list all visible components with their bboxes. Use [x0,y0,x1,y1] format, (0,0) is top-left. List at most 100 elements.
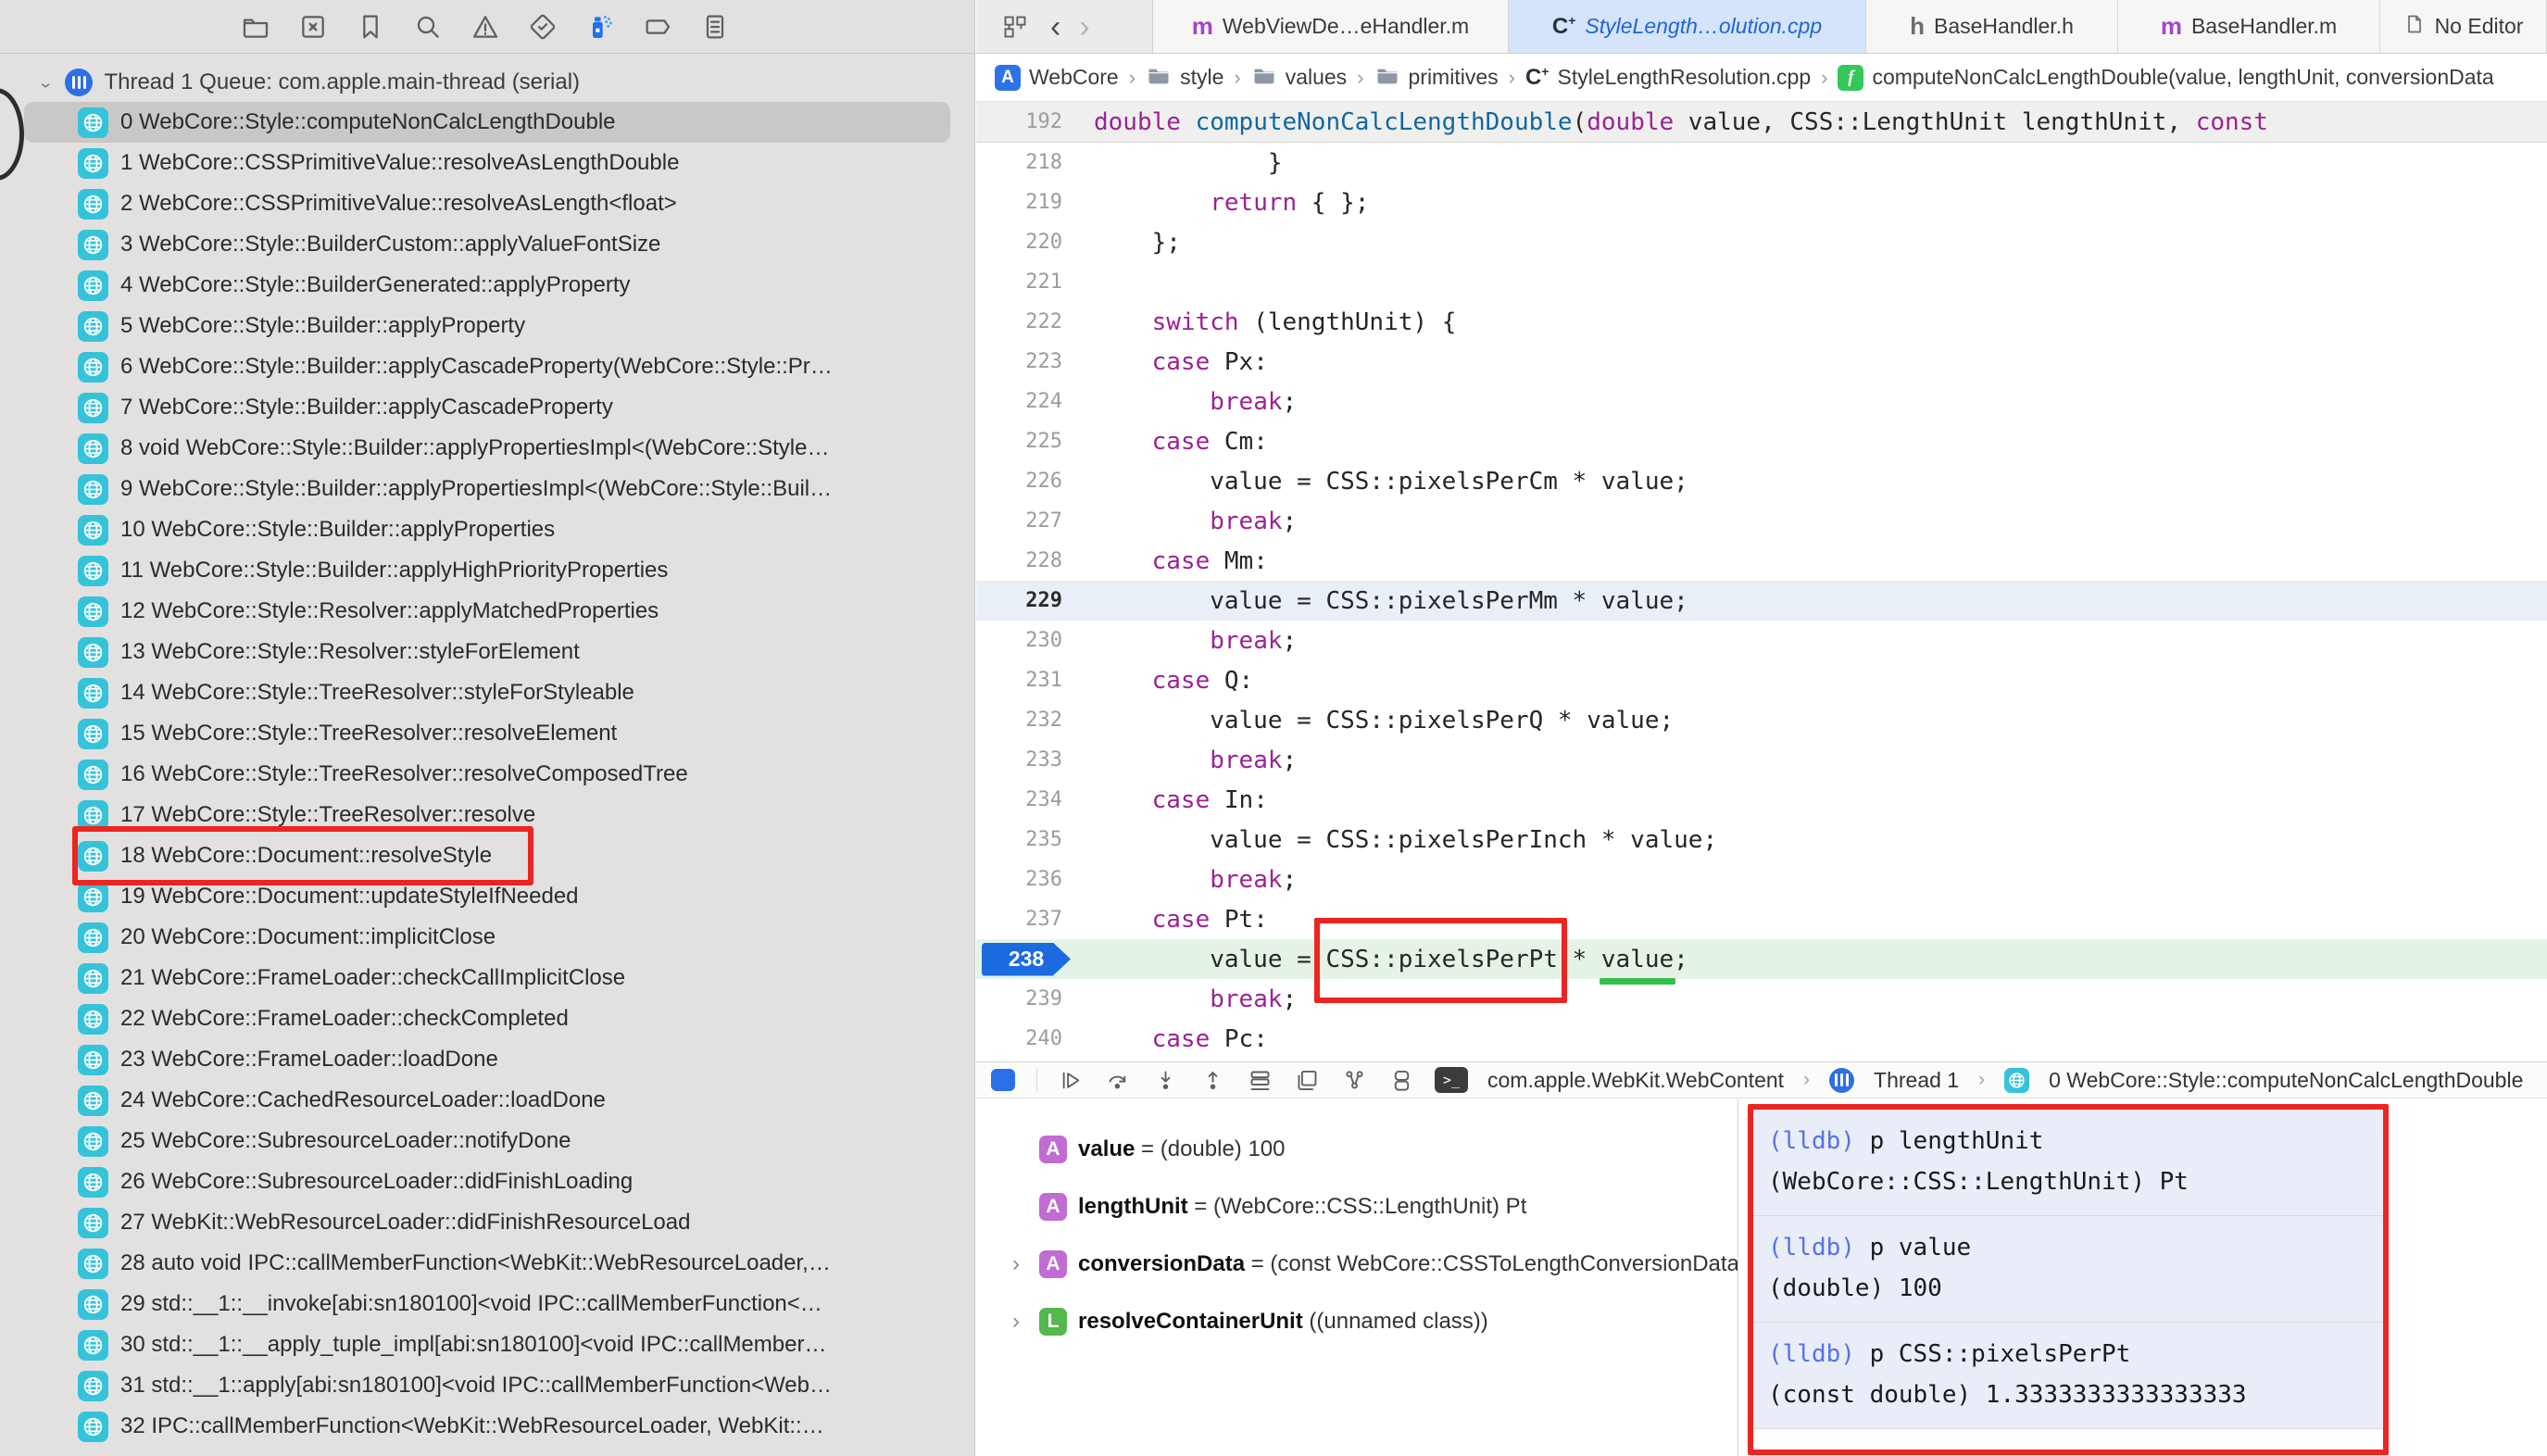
line-number[interactable]: 228 [976,549,1075,572]
stack-frame-12[interactable]: 12 WebCore::Style::Resolver::applyMatche… [0,591,974,632]
line-number[interactable]: 237 [976,908,1075,931]
warning-icon[interactable] [469,10,502,44]
breadcrumb-item-primitives[interactable]: primitives [1374,62,1499,94]
stack-frame-15[interactable]: 15 WebCore::Style::TreeResolver::resolve… [0,713,974,754]
stack-frame-19[interactable]: 19 WebCore::Document::updateStyleIfNeede… [0,876,974,917]
stack-frame-1[interactable]: 1 WebCore::CSSPrimitiveValue::resolveAsL… [0,143,974,183]
report-icon[interactable] [698,10,732,44]
step-out-button[interactable] [1198,1066,1226,1094]
stack-frame-29[interactable]: 29 std::__1::__invoke[abi:sn180100]<void… [0,1284,974,1324]
related-items-icon[interactable] [998,10,1032,44]
line-number[interactable]: 224 [976,390,1075,413]
debug-view-hierarchy-button[interactable] [1293,1066,1321,1094]
stack-frame-6[interactable]: 6 WebCore::Style::Builder::applyCascadeP… [0,346,974,387]
chevron-down-icon[interactable]: ⌄ [37,73,54,93]
continue-button[interactable] [1057,1066,1085,1094]
debug-memory-graph-button[interactable] [1340,1066,1368,1094]
line-number[interactable]: 230 [976,629,1075,652]
line-number[interactable]: 240 [976,1027,1075,1050]
thread-header[interactable]: ⌄ Thread 1 Queue: com.apple.main-thread … [0,54,974,102]
line-number[interactable]: 236 [976,868,1075,891]
forward-button[interactable]: › [1079,11,1089,43]
search-icon[interactable] [411,10,445,44]
disclosure-chevron-icon[interactable]: › [1004,1251,1028,1277]
line-number[interactable]: 219 [976,191,1075,214]
step-over-button[interactable] [1104,1066,1132,1094]
variable-row-conversionData[interactable]: ›AconversionData = (const WebCore::CSSTo… [976,1236,1738,1293]
disclosure-chevron-icon[interactable]: › [1004,1309,1028,1335]
stack-frame-21[interactable]: 21 WebCore::FrameLoader::checkCallImplic… [0,958,974,998]
tab-basehandler-m[interactable]: mBaseHandler.m [2118,0,2380,53]
line-number[interactable]: 231 [976,669,1075,692]
line-number[interactable]: 225 [976,430,1075,453]
stack-frame-9[interactable]: 9 WebCore::Style::Builder::applyProperti… [0,469,974,509]
breadcrumb-item-computenoncalclengthdouble[interactable]: fcomputeNonCalcLengthDouble(value, lengt… [1838,65,2493,91]
stack-frame-27[interactable]: 27 WebKit::WebResourceLoader::didFinishR… [0,1202,974,1243]
line-number[interactable]: 220 [976,231,1075,254]
stack-frame-8[interactable]: 8 void WebCore::Style::Builder::applyPro… [0,428,974,469]
stack-frame-24[interactable]: 24 WebCore::CachedResourceLoader::loadDo… [0,1080,974,1121]
stack-frame-30[interactable]: 30 std::__1::__apply_tuple_impl[abi:sn18… [0,1324,974,1365]
line-number[interactable]: 232 [976,709,1075,732]
stack-frame-0[interactable]: 0 WebCore::Style::computeNonCalcLengthDo… [24,102,950,143]
debug-breadcrumb-frame[interactable]: 0 WebCore::Style::computeNonCalcLengthDo… [2049,1068,2523,1093]
stack-frame-14[interactable]: 14 WebCore::Style::TreeResolver::styleFo… [0,672,974,713]
variable-row-lengthUnit[interactable]: AlengthUnit = (WebCore::CSS::LengthUnit)… [976,1178,1738,1236]
tab-no-editor[interactable]: No Editor [2380,0,2547,53]
stack-frame-10[interactable]: 10 WebCore::Style::Builder::applyPropert… [0,509,974,550]
debug-breadcrumb-thread[interactable]: Thread 1 [1874,1068,1959,1093]
variable-row-value[interactable]: Avalue = (double) 100 [976,1121,1738,1178]
breadcrumb-item-values[interactable]: values [1251,62,1347,94]
stack-frame-5[interactable]: 5 WebCore::Style::Builder::applyProperty [0,306,974,346]
breadcrumb-item-stylelengthresolution.cpp[interactable]: C+StyleLengthResolution.cpp [1525,64,1811,91]
folder-icon[interactable] [239,10,272,44]
breadcrumb-item-style[interactable]: style [1146,62,1223,94]
line-number[interactable]: 221 [976,270,1075,294]
stack-frame-22[interactable]: 22 WebCore::FrameLoader::checkCompleted [0,998,974,1039]
back-button[interactable]: ‹ [1050,11,1060,43]
step-into-button[interactable] [1151,1066,1179,1094]
stack-frame-25[interactable]: 25 WebCore::SubresourceLoader::notifyDon… [0,1121,974,1161]
line-number[interactable]: 226 [976,470,1075,493]
stack-frame-3[interactable]: 3 WebCore::Style::BuilderCustom::applyVa… [0,224,974,265]
line-number[interactable]: 223 [976,350,1075,373]
stack-frame-26[interactable]: 26 WebCore::SubresourceLoader::didFinish… [0,1161,974,1202]
stack-frame-20[interactable]: 20 WebCore::Document::implicitClose [0,917,974,958]
stack-frame-18[interactable]: 18 WebCore::Document::resolveStyle [0,835,974,876]
stack-frame-23[interactable]: 23 WebCore::FrameLoader::loadDone [0,1039,974,1080]
line-number[interactable]: 239 [976,987,1075,1010]
bookmark-icon[interactable] [354,10,387,44]
stack-frame-28[interactable]: 28 auto void IPC::callMemberFunction<Web… [0,1243,974,1284]
stack-frame-13[interactable]: 13 WebCore::Style::Resolver::styleForEle… [0,632,974,672]
view-stack-frames-button[interactable] [1246,1066,1274,1094]
toggle-breakpoints-button[interactable] [989,1066,1017,1094]
tab-webviewde-ehandler-m[interactable]: mWebViewDe…eHandler.m [1153,0,1509,53]
line-number[interactable]: 229 [976,589,1075,612]
stack-frame-32[interactable]: 32 IPC::callMemberFunction<WebKit::WebRe… [0,1406,974,1447]
line-number[interactable]: 233 [976,748,1075,772]
breakpoint-x-icon[interactable] [296,10,330,44]
stack-frame-7[interactable]: 7 WebCore::Style::Builder::applyCascadeP… [0,387,974,428]
simulate-location-button[interactable] [1387,1066,1415,1094]
stack-frame-11[interactable]: 11 WebCore::Style::Builder::applyHighPri… [0,550,974,591]
tab-stylelength-olution-cpp[interactable]: C+StyleLength…olution.cpp [1509,0,1866,53]
test-diamond-icon[interactable] [526,10,559,44]
breakpoint-badge[interactable]: 238 [982,943,1071,976]
stack-frame-16[interactable]: 16 WebCore::Style::TreeResolver::resolve… [0,754,974,795]
source-editor[interactable]: 192double computeNonCalcLengthDouble(dou… [976,102,2547,1061]
stack-frame-4[interactable]: 4 WebCore::Style::BuilderGenerated::appl… [0,265,974,306]
tab-basehandler-h[interactable]: hBaseHandler.h [1866,0,2118,53]
line-number[interactable]: 235 [976,828,1075,851]
stack-frame-31[interactable]: 31 std::__1::apply[abi:sn180100]<void IP… [0,1365,974,1406]
stack-frame-17[interactable]: 17 WebCore::Style::TreeResolver::resolve [0,795,974,835]
line-number[interactable]: 234 [976,788,1075,811]
breadcrumb-item-webcore[interactable]: AWebCore [995,65,1119,91]
variable-row-resolveContainerUnit[interactable]: ›LresolveContainerUnit ((unnamed class)) [976,1293,1738,1350]
debug-breadcrumb-process[interactable]: com.apple.WebKit.WebContent [1487,1068,1784,1093]
stack-frame-2[interactable]: 2 WebCore::CSSPrimitiveValue::resolveAsL… [0,183,974,224]
debug-spray-icon[interactable] [583,10,617,44]
line-number[interactable]: 227 [976,509,1075,533]
line-number[interactable]: 218 [976,151,1075,174]
lldb-console[interactable]: (lldb) p lengthUnit(WebCore::CSS::Length… [1738,1098,2547,1456]
line-number[interactable]: 222 [976,310,1075,333]
